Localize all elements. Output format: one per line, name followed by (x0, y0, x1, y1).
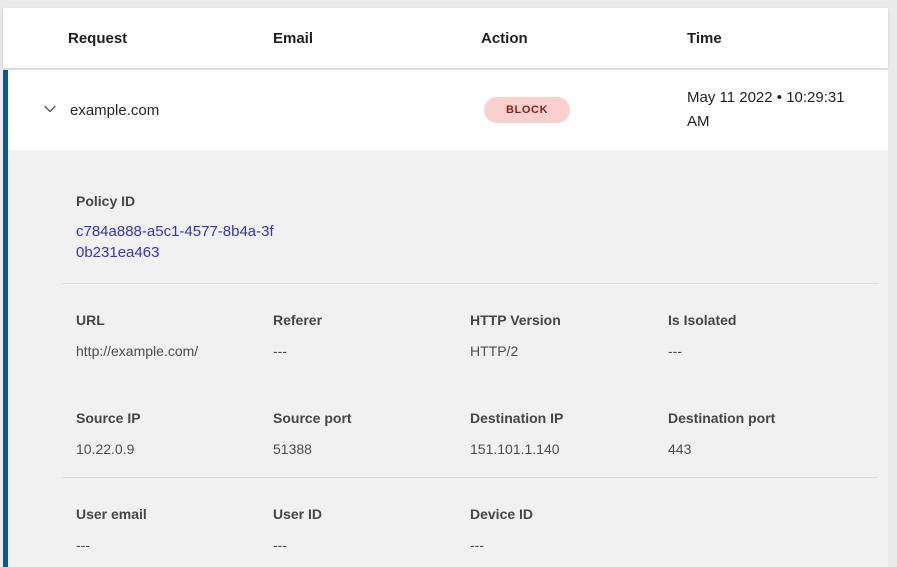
log-table: Request Email Action Time example.com BL… (3, 8, 888, 567)
field-value: 443 (668, 441, 888, 457)
request-domain: example.com (70, 102, 159, 119)
action-cell: BLOCK (481, 97, 687, 123)
field-label: Is Isolated (668, 312, 888, 328)
field-value: 51388 (273, 441, 470, 457)
chevron-down-icon (42, 101, 58, 120)
field-label: HTTP Version (470, 312, 668, 328)
column-header-action: Action (481, 30, 687, 47)
field-label: Source port (273, 410, 470, 426)
field-label: User email (76, 506, 273, 522)
expand-collapse-button[interactable] (42, 102, 58, 118)
section-divider (62, 283, 878, 284)
field-label: Source IP (76, 410, 273, 426)
section-divider (62, 477, 878, 478)
field-user-id: User ID --- (273, 506, 470, 553)
field-value: --- (273, 343, 470, 359)
detail-row-network: Source IP 10.22.0.9 Source port 51388 De… (8, 410, 888, 457)
detail-row-user: User email --- User ID --- Device ID --- (8, 506, 888, 553)
field-is-isolated: Is Isolated --- (668, 312, 888, 359)
policy-id-link[interactable]: c784a888-a5c1-4577-8b4a-3f0b231ea463 (76, 221, 276, 263)
field-value: HTTP/2 (470, 343, 668, 359)
policy-id-label: Policy ID (76, 193, 888, 209)
field-value: --- (273, 537, 470, 553)
field-value: --- (470, 537, 668, 553)
table-row-expanded[interactable]: example.com BLOCK May 11 2022 • 10:29:31… (3, 70, 888, 150)
field-source-port: Source port 51388 (273, 410, 470, 457)
field-label: Destination IP (470, 410, 668, 426)
column-header-request: Request (68, 30, 273, 47)
field-empty (668, 506, 888, 553)
field-value: 10.22.0.9 (76, 441, 273, 457)
field-url: URL http://example.com/ (76, 312, 273, 359)
request-cell: example.com (42, 102, 273, 119)
block-status-badge: BLOCK (484, 97, 570, 123)
time-cell: May 11 2022 • 10:29:31 AM (687, 86, 860, 134)
field-http-version: HTTP Version HTTP/2 (470, 312, 668, 359)
column-header-email: Email (273, 30, 481, 47)
field-value: 151.101.1.140 (470, 441, 668, 457)
field-device-id: Device ID --- (470, 506, 668, 553)
field-value: --- (76, 537, 273, 553)
field-destination-ip: Destination IP 151.101.1.140 (470, 410, 668, 457)
field-label: User ID (273, 506, 470, 522)
field-value: http://example.com/ (76, 343, 273, 359)
detail-row-url: URL http://example.com/ Referer --- HTTP… (8, 312, 888, 359)
field-label: URL (76, 312, 273, 328)
field-user-email: User email --- (76, 506, 273, 553)
field-label: Referer (273, 312, 470, 328)
field-source-ip: Source IP 10.22.0.9 (76, 410, 273, 457)
field-referer: Referer --- (273, 312, 470, 359)
expanded-detail-panel: Policy ID c784a888-a5c1-4577-8b4a-3f0b23… (3, 150, 888, 567)
field-label: Device ID (470, 506, 668, 522)
field-label: Destination port (668, 410, 888, 426)
field-destination-port: Destination port 443 (668, 410, 888, 457)
table-header-row: Request Email Action Time (3, 8, 888, 68)
field-value: --- (668, 343, 888, 359)
column-header-time: Time (687, 30, 888, 47)
policy-id-section: Policy ID c784a888-a5c1-4577-8b4a-3f0b23… (8, 193, 888, 263)
